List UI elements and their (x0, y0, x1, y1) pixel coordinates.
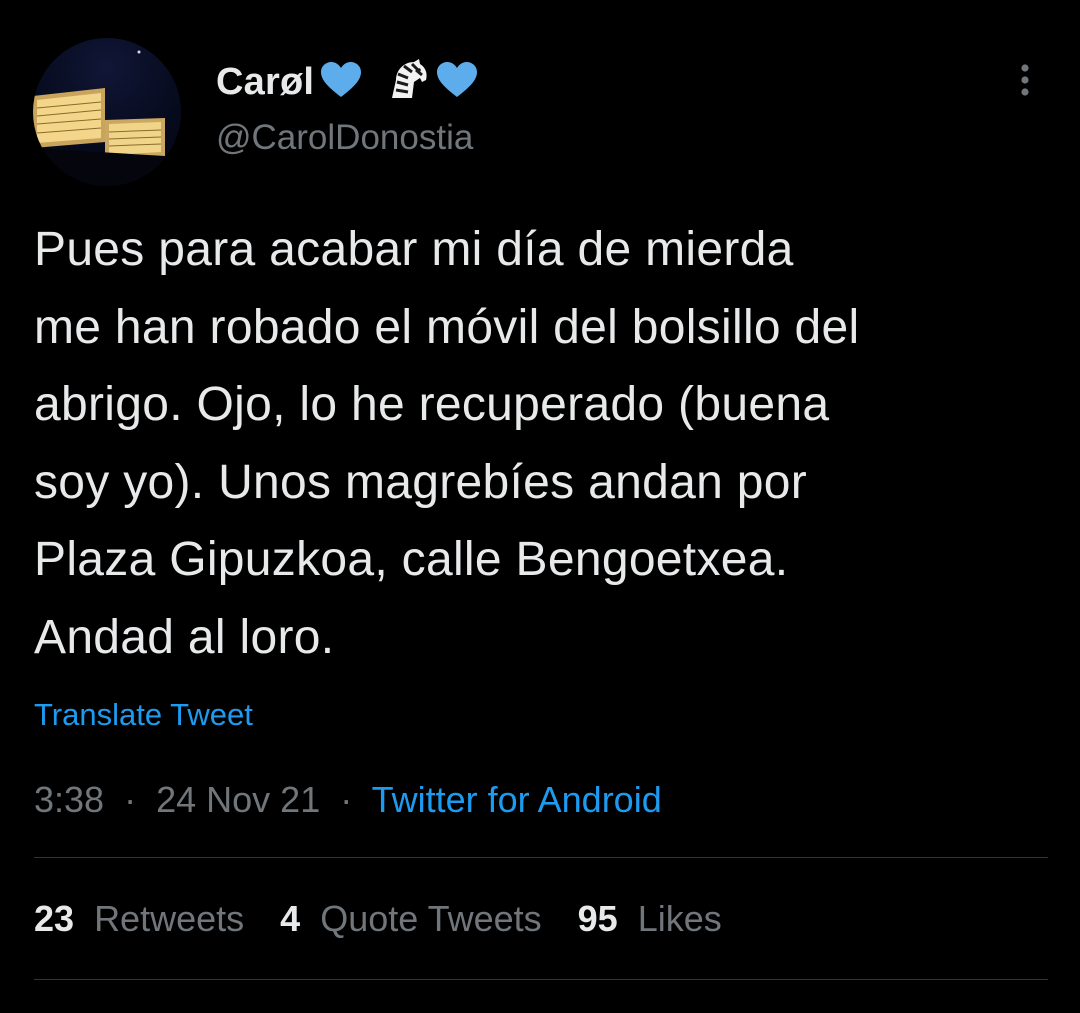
divider (34, 857, 1048, 858)
quote-tweets-stat[interactable]: 4 Quote Tweets (280, 898, 542, 940)
name-row[interactable]: Carøl (216, 57, 478, 107)
more-vertical-icon[interactable] (1010, 62, 1040, 102)
tweet-date[interactable]: 24 Nov 21 (156, 779, 320, 820)
retweets-stat[interactable]: 23 Retweets (34, 898, 244, 940)
zebra-emoji (386, 58, 430, 107)
retweets-count: 23 (34, 898, 85, 939)
tweet-detail: Carøl @CarolDonostia Pues para acabar mi… (0, 0, 1080, 1013)
quote-tweets-count: 4 (280, 898, 311, 939)
display-name[interactable]: Carøl (216, 61, 314, 104)
tweet-meta: 3:38 · 24 Nov 21 · Twitter for Android (34, 779, 662, 821)
tweet-text: Pues para acabar mi día de mierda me han… (34, 211, 1054, 676)
quote-tweets-label: Quote Tweets (320, 898, 542, 939)
user-handle[interactable]: @CarolDonostia (216, 118, 473, 158)
likes-label: Likes (637, 898, 722, 939)
avatar[interactable] (33, 38, 181, 186)
blue-heart-emoji (436, 61, 478, 104)
tweet-text-line: abrigo. Ojo, lo he recuperado (buena (34, 378, 830, 431)
likes-stat[interactable]: 95 Likes (578, 898, 722, 940)
blue-heart-emoji (320, 61, 362, 104)
retweets-label: Retweets (94, 898, 245, 939)
likes-count: 95 (577, 898, 628, 939)
tweet-text-line: soy yo). Unos magrebíes andan por (34, 455, 807, 509)
tweet-text-line: Plaza Gipuzkoa, calle Bengoetxea. (34, 533, 789, 586)
tweet-text-line: Andad al loro. (34, 610, 335, 664)
translate-tweet-link[interactable]: Translate Tweet (34, 697, 253, 733)
tweet-text-line: Pues para acabar mi día de mierda (34, 223, 794, 276)
divider (34, 979, 1048, 980)
tweet-stats: 23 Retweets 4 Quote Tweets 95 Likes (34, 898, 758, 940)
tweet-text-line: me han robado el móvil del bolsillo del (34, 300, 860, 354)
meta-separator: · (114, 779, 147, 820)
tweet-source-link[interactable]: Twitter for Android (372, 779, 662, 820)
meta-separator: · (330, 779, 363, 820)
tweet-time[interactable]: 3:38 (34, 779, 104, 820)
